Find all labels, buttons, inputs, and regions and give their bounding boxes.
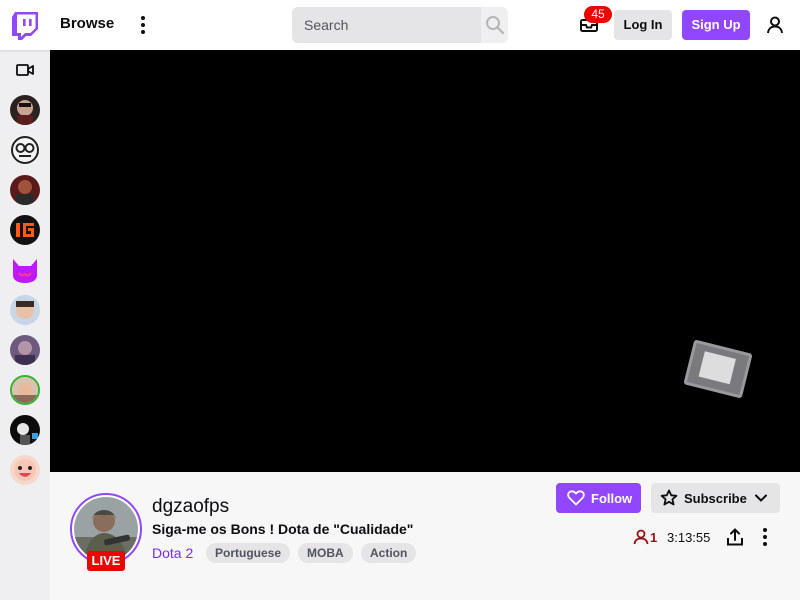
channel-avatar-icon[interactable] <box>10 95 40 125</box>
follow-label: Follow <box>591 491 633 506</box>
channel-avatar-icon[interactable] <box>10 455 40 485</box>
video-player[interactable] <box>50 50 800 472</box>
channel-avatar-icon[interactable] <box>10 175 40 205</box>
viewer-count: 1 <box>650 530 658 545</box>
video-camera-icon <box>16 62 34 78</box>
sidebar <box>0 50 50 600</box>
channel-avatar-icon[interactable] <box>10 295 40 325</box>
search-input[interactable] <box>292 7 481 43</box>
user-icon[interactable] <box>764 14 786 36</box>
thumbnail-inner <box>698 351 736 385</box>
notification-badge: 45 <box>584 6 612 23</box>
channel-avatar-icon[interactable] <box>10 215 40 245</box>
login-button[interactable]: Log In <box>614 10 672 40</box>
channel-avatar-icon[interactable] <box>10 375 40 405</box>
live-badge: LIVE <box>87 551 125 571</box>
channel-info-panel: LIVE dgzaofps Siga-me os Bons ! Dota de … <box>50 472 800 600</box>
channel-avatar-icon[interactable] <box>10 255 40 285</box>
chevron-down-icon <box>755 494 767 502</box>
share-icon[interactable] <box>725 527 745 547</box>
channel-avatar-icon[interactable] <box>10 135 40 165</box>
tag-action[interactable]: Action <box>361 543 417 563</box>
more-vertical-icon[interactable] <box>134 15 152 35</box>
follow-button[interactable]: Follow <box>556 483 641 513</box>
channel-avatar-icon[interactable] <box>10 415 40 445</box>
game-link[interactable]: Dota 2 <box>152 545 193 561</box>
top-nav: Browse 45 Log In Sign Up <box>0 0 800 50</box>
search-bar <box>292 7 508 43</box>
stream-uptime: 3:13:55 <box>667 530 711 545</box>
tag-portuguese[interactable]: Portuguese <box>206 543 291 563</box>
search-icon <box>486 16 505 35</box>
search-button[interactable] <box>481 7 508 43</box>
subscribe-label: Subscribe <box>684 491 747 506</box>
twitch-logo-icon[interactable] <box>12 12 38 40</box>
subscribe-button[interactable]: Subscribe <box>651 483 780 513</box>
tag-moba[interactable]: MOBA <box>298 543 353 563</box>
channel-avatar-icon[interactable] <box>10 335 40 365</box>
star-icon <box>660 489 678 506</box>
stream-title: Siga-me os Bons ! Dota de "Cualidade" <box>152 521 414 537</box>
heart-icon <box>567 490 585 506</box>
browse-link[interactable]: Browse <box>60 15 114 32</box>
signup-button[interactable]: Sign Up <box>682 10 750 40</box>
viewer-icon <box>632 528 650 546</box>
channel-name[interactable]: dgzaofps <box>152 496 229 518</box>
more-options-icon[interactable] <box>756 527 774 547</box>
